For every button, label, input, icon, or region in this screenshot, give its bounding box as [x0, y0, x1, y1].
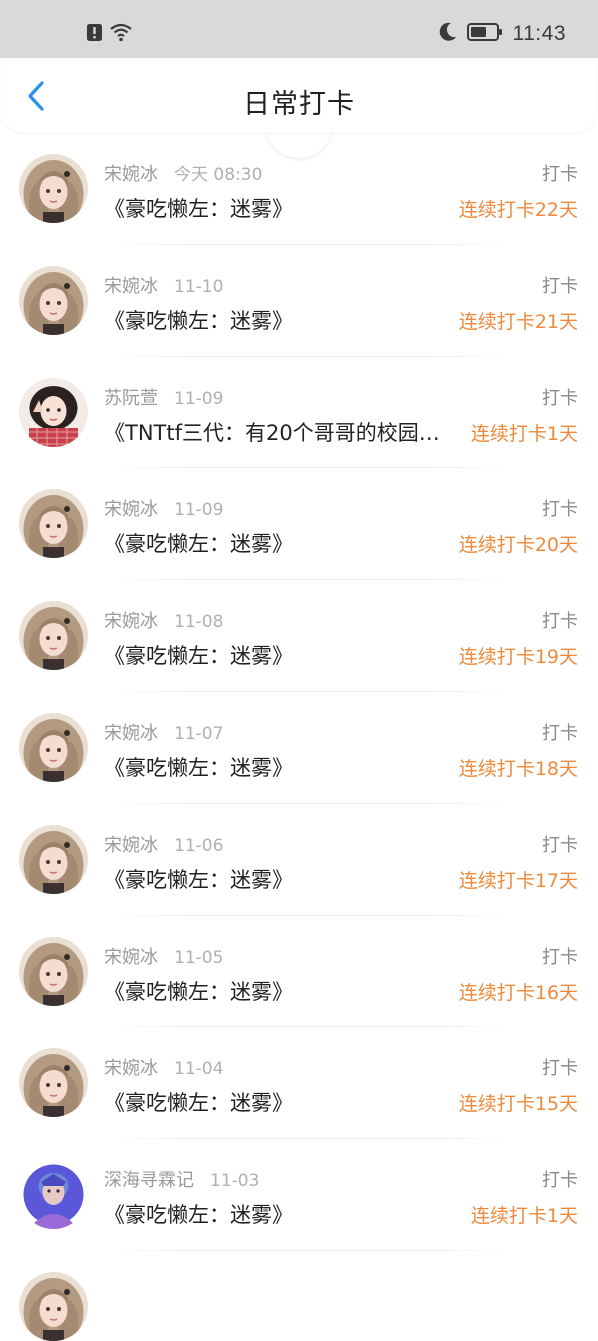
streak-label: 连续打卡15天	[458, 1093, 578, 1116]
post-date: 11-10	[174, 276, 224, 297]
book-title[interactable]: 《豪吃懒左：迷雾》	[104, 1087, 293, 1117]
user-name[interactable]: 宋婉冰 今天 08:30	[104, 160, 262, 186]
book-title[interactable]: 《豪吃懒左：迷雾》	[104, 305, 293, 335]
post-date: 11-05	[174, 947, 224, 968]
checkin-item[interactable]: 深海寻霖记 11-03 打卡《豪吃懒左：迷雾》 连续打卡1天	[0, 1139, 598, 1251]
alert-icon	[87, 23, 102, 45]
post-date: 11-09	[174, 388, 224, 409]
streak-label: 连续打卡20天	[458, 534, 578, 557]
checkin-item[interactable]: 苏阮萱 11-09 打卡《TNTtf三代：有20个哥哥的校园宠物》 连续打卡1天	[0, 357, 598, 469]
post-date: 11-04	[174, 1059, 224, 1080]
user-name-text[interactable]: 宋婉冰	[104, 276, 158, 297]
action-label: 打卡	[542, 387, 578, 409]
avatar[interactable]	[19, 377, 88, 447]
user-name-text[interactable]: 宋婉冰	[104, 835, 158, 856]
avatar[interactable]	[19, 489, 88, 559]
streak-label: 连续打卡21天	[458, 310, 578, 333]
action-label: 打卡	[542, 1170, 578, 1192]
book-title[interactable]: 《豪吃懒左：迷雾》	[104, 976, 293, 1006]
streak-label: 连续打卡1天	[470, 422, 578, 445]
status-bar: 11:43	[0, 0, 598, 58]
user-name[interactable]: 深海寻霖记 11-03	[104, 1166, 259, 1192]
streak-label: 连续打卡19天	[458, 646, 578, 669]
moon-icon	[439, 22, 457, 47]
streak-label: 连续打卡1天	[470, 1205, 578, 1228]
book-title[interactable]: 《豪吃懒左：迷雾》	[104, 193, 293, 223]
avatar[interactable]	[19, 1048, 88, 1118]
user-name[interactable]: 宋婉冰 11-07	[104, 719, 223, 745]
streak-label: 连续打卡17天	[458, 869, 578, 892]
avatar[interactable]	[19, 1160, 88, 1230]
user-name-text[interactable]: 苏阮萱	[104, 388, 158, 409]
avatar[interactable]	[19, 265, 88, 335]
avatar[interactable]	[19, 712, 88, 782]
action-label: 打卡	[542, 275, 578, 297]
status-left-icons	[87, 23, 132, 45]
user-name[interactable]: 宋婉冰 11-10	[104, 272, 223, 298]
book-title[interactable]: 《豪吃懒左：迷雾》	[104, 864, 293, 894]
book-title[interactable]: 《TNTtf三代：有20个哥哥的校园宠物》	[104, 417, 460, 447]
book-title[interactable]: 《豪吃懒左：迷雾》	[104, 752, 293, 782]
book-title[interactable]: 《豪吃懒左：迷雾》	[104, 528, 293, 558]
checkin-item[interactable]: 宋婉冰 11-10 打卡《豪吃懒左：迷雾》 连续打卡21天	[0, 245, 598, 357]
user-name-text[interactable]: 深海寻霖记	[104, 1170, 194, 1191]
user-name-text[interactable]: 宋婉冰	[104, 947, 158, 968]
wifi-icon	[110, 23, 132, 46]
user-name-text[interactable]: 宋婉冰	[104, 499, 158, 520]
post-date: 今天 08:30	[174, 165, 263, 185]
user-name[interactable]: 宋婉冰 11-09	[104, 495, 223, 521]
user-name-text[interactable]: 宋婉冰	[104, 723, 158, 744]
post-date: 11-07	[174, 723, 224, 744]
user-name[interactable]: 宋婉冰 11-06	[104, 831, 223, 857]
action-label: 打卡	[542, 946, 578, 968]
action-label: 打卡	[542, 164, 578, 185]
checkin-item[interactable]: 宋婉冰 11-06 打卡《豪吃懒左：迷雾》 连续打卡17天	[0, 804, 598, 916]
user-name-text[interactable]: 宋婉冰	[104, 1058, 158, 1079]
action-label: 打卡	[542, 722, 578, 744]
avatar[interactable]	[19, 601, 88, 671]
avatar[interactable]	[19, 824, 88, 894]
row-divider	[110, 1249, 510, 1251]
checkin-item[interactable]: 宋婉冰 11-05 打卡《豪吃懒左：迷雾》 连续打卡16天	[0, 916, 598, 1028]
streak-label: 连续打卡16天	[458, 981, 578, 1004]
user-name[interactable]: 苏阮萱 11-09	[104, 384, 223, 410]
post-date: 11-08	[174, 612, 224, 633]
action-label: 打卡	[542, 1058, 578, 1080]
user-name[interactable]: 宋婉冰 11-04	[104, 1054, 223, 1080]
user-name-text[interactable]: 宋婉冰	[104, 611, 158, 632]
checkin-item[interactable]: 宋婉冰 11-07 打卡《豪吃懒左：迷雾》 连续打卡18天	[0, 692, 598, 804]
checkin-item[interactable]: 宋婉冰 11-09 打卡《豪吃懒左：迷雾》 连续打卡20天	[0, 468, 598, 581]
page-title: 日常打卡	[243, 89, 355, 120]
streak-label: 连续打卡22天	[458, 199, 578, 221]
user-name-text[interactable]: 宋婉冰	[104, 164, 158, 185]
book-title[interactable]: 《豪吃懒左：迷雾》	[104, 640, 293, 670]
action-label: 打卡	[542, 611, 578, 633]
avatar[interactable]	[19, 1272, 88, 1341]
checkin-item[interactable]: 宋婉冰 11-04 打卡《豪吃懒左：迷雾》 连续打卡15天	[0, 1027, 598, 1140]
post-date: 11-09	[174, 500, 224, 521]
avatar[interactable]	[19, 936, 88, 1006]
user-name[interactable]: 宋婉冰 11-08	[104, 607, 223, 633]
streak-label: 连续打卡18天	[458, 757, 578, 780]
book-title[interactable]: 《豪吃懒左：迷雾》	[104, 1199, 293, 1229]
status-right-icons: 11:43	[439, 21, 567, 47]
post-date: 11-06	[174, 835, 224, 856]
post-date: 11-03	[210, 1171, 260, 1192]
user-name[interactable]: 宋婉冰 11-05	[104, 943, 223, 969]
checkin-list: 宋婉冰 今天 08:30 打卡 《豪吃懒左：迷雾》 连续打卡22天 宋婉冰 11-10 打卡《…	[0, 133, 598, 1251]
battery-icon	[466, 22, 503, 46]
checkin-item[interactable]: 宋婉冰 11-08 打卡《豪吃懒左：迷雾》 连续打卡19天	[0, 580, 598, 692]
status-time: 11:43	[512, 22, 566, 45]
app-header: 日常打卡	[2, 58, 596, 132]
avatar[interactable]	[19, 154, 88, 223]
action-label: 打卡	[542, 834, 578, 856]
action-label: 打卡	[542, 499, 578, 521]
